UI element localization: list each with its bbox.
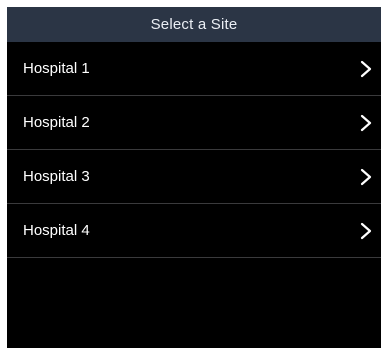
site-row-hospital-2[interactable]: Hospital 2 <box>7 96 381 150</box>
site-label: Hospital 3 <box>23 168 90 185</box>
chevron-right-icon <box>357 222 375 240</box>
site-row-hospital-1[interactable]: Hospital 1 <box>7 42 381 96</box>
page-title: Select a Site <box>150 16 238 33</box>
chevron-right-icon <box>357 168 375 186</box>
navigation-bar: Select a Site <box>7 7 381 42</box>
site-picker-screen: Select a Site Hospital 1 Hospital 2 Hosp… <box>7 7 381 348</box>
site-label: Hospital 1 <box>23 60 90 77</box>
site-label: Hospital 4 <box>23 222 90 239</box>
chevron-right-icon <box>357 114 375 132</box>
site-row-hospital-3[interactable]: Hospital 3 <box>7 150 381 204</box>
site-label: Hospital 2 <box>23 114 90 131</box>
site-row-hospital-4[interactable]: Hospital 4 <box>7 204 381 258</box>
site-list: Hospital 1 Hospital 2 Hospital 3 Hospita… <box>7 42 381 258</box>
chevron-right-icon <box>357 60 375 78</box>
